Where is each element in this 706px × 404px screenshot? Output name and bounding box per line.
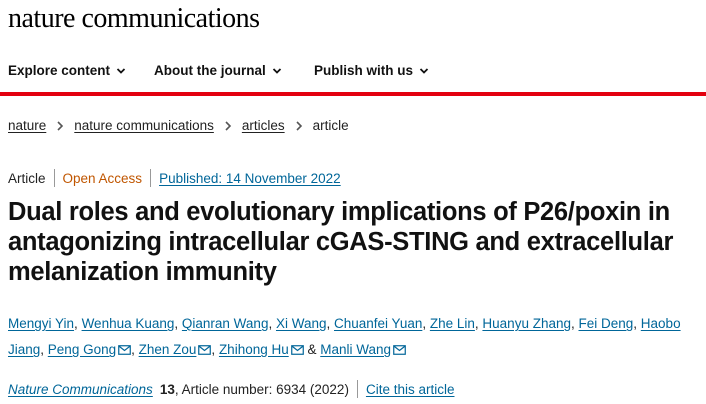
nav-publish-with-us[interactable]: Publish with us xyxy=(314,63,429,78)
author-link[interactable]: Xi Wang xyxy=(276,316,327,331)
author-link[interactable]: Zhihong Hu xyxy=(219,342,289,357)
divider xyxy=(150,169,152,187)
breadcrumb-nature[interactable]: nature xyxy=(8,118,46,133)
article-title: Dual roles and evolutionary implications… xyxy=(8,198,674,286)
author-separator: , xyxy=(422,316,430,331)
nav-explore-content[interactable]: Explore content xyxy=(8,63,126,78)
author-link[interactable]: Peng Gong xyxy=(48,342,116,357)
author-separator: , xyxy=(633,316,641,331)
author-link[interactable]: Manli Wang xyxy=(320,342,391,357)
author-separator: , xyxy=(40,342,48,357)
breadcrumb-current: article xyxy=(312,118,349,133)
article-meta: Article Open Access Published: 14 Novemb… xyxy=(8,169,341,187)
author-link[interactable]: Fei Deng xyxy=(579,316,634,331)
author-separator: & xyxy=(303,342,321,357)
author-list: Mengyi Yin, Wenhua Kuang, Qianran Wang, … xyxy=(8,311,698,363)
author-separator: , xyxy=(268,316,276,331)
author-separator: , xyxy=(131,342,139,357)
chevron-right-icon xyxy=(225,120,231,131)
email-icon[interactable] xyxy=(118,345,131,355)
breadcrumb-nature-communications[interactable]: nature communications xyxy=(74,118,214,133)
breadcrumb: nature nature communications articles ar… xyxy=(8,118,349,133)
divider xyxy=(356,380,358,398)
open-access-badge: Open Access xyxy=(62,170,143,186)
nav-item-label: Publish with us xyxy=(314,63,414,78)
nav-item-label: Explore content xyxy=(8,63,111,78)
citation-line: Nature Communications 13 , Article numbe… xyxy=(8,380,454,398)
chevron-down-icon xyxy=(272,67,281,74)
chevron-down-icon xyxy=(116,67,126,74)
author-separator: , xyxy=(211,342,219,357)
divider xyxy=(53,169,55,187)
site-header: nature communications xyxy=(8,4,260,38)
nav-about-journal[interactable]: About the journal xyxy=(154,63,282,78)
article-number: , Article number: 6934 (2022) xyxy=(174,381,349,397)
author-link[interactable]: Zhe Lin xyxy=(430,316,475,331)
author-link[interactable]: Qianran Wang xyxy=(182,316,269,331)
author-separator: , xyxy=(74,316,82,331)
author-link[interactable]: Mengyi Yin xyxy=(8,316,74,331)
cite-this-article-link[interactable]: Cite this article xyxy=(366,382,455,397)
nav-item-label: About the journal xyxy=(154,63,266,78)
chevron-right-icon xyxy=(57,120,64,131)
email-icon[interactable] xyxy=(198,345,212,355)
author-separator: , xyxy=(174,316,182,331)
article-type: Article xyxy=(8,170,46,186)
site-logo[interactable]: nature communications xyxy=(8,4,260,34)
author-link[interactable]: Zhen Zou xyxy=(139,342,197,357)
chevron-right-icon xyxy=(296,120,302,131)
email-icon[interactable] xyxy=(393,345,406,355)
author-link[interactable]: Wenhua Kuang xyxy=(82,316,175,331)
author-link[interactable]: Chuanfei Yuan xyxy=(334,316,422,331)
email-icon[interactable] xyxy=(290,345,304,355)
breadcrumb-articles[interactable]: articles xyxy=(242,118,285,133)
main-nav: Explore content About the journal Publis… xyxy=(0,56,706,96)
volume-number: 13 xyxy=(159,381,175,397)
chevron-down-icon xyxy=(419,67,429,74)
author-separator: , xyxy=(570,316,579,331)
author-link[interactable]: Huanyu Zhang xyxy=(482,316,571,331)
journal-link[interactable]: Nature Communications xyxy=(8,382,153,397)
author-separator: , xyxy=(326,316,335,331)
published-date-link[interactable]: Published: 14 November 2022 xyxy=(159,171,341,186)
